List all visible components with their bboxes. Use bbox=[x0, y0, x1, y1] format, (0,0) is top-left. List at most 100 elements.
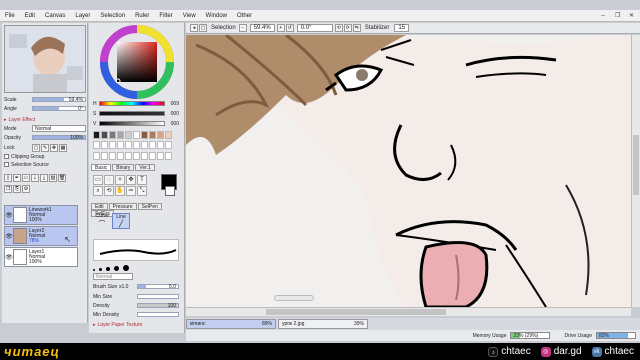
new-folder-icon[interactable]: ▭ bbox=[22, 174, 30, 182]
paper-texture-label[interactable]: Layer Paper Texture bbox=[98, 322, 143, 328]
color-wheel[interactable] bbox=[89, 25, 185, 99]
color-swatch[interactable] bbox=[133, 151, 140, 160]
transform-icon[interactable]: ⤡ bbox=[137, 186, 147, 196]
color-swatch[interactable] bbox=[109, 131, 116, 139]
visibility-eye-icon[interactable]: 👁 bbox=[5, 233, 13, 240]
zoom-input[interactable]: 59.4% bbox=[249, 24, 275, 32]
color-swatch[interactable] bbox=[125, 151, 132, 160]
tab-edit[interactable]: Edit bbox=[91, 203, 108, 210]
saturation-slider[interactable] bbox=[99, 111, 165, 116]
reset-zoom-icon[interactable]: ↺ bbox=[285, 24, 294, 32]
navigator-preview[interactable] bbox=[4, 25, 86, 93]
menu-selection[interactable]: Selection bbox=[95, 13, 130, 19]
angle-slider[interactable]: 0° bbox=[32, 106, 86, 112]
menu-canvas[interactable]: Canvas bbox=[40, 13, 70, 19]
brush-blend-mode-select[interactable]: Normal bbox=[93, 273, 133, 280]
rotate-right-icon[interactable]: ⟳ bbox=[343, 24, 352, 32]
alpha-lock-icon[interactable]: ▦ bbox=[59, 143, 67, 152]
tab-pressure[interactable]: Pressure bbox=[108, 203, 137, 210]
min-density-slider[interactable] bbox=[137, 312, 179, 317]
canvas[interactable] bbox=[186, 35, 631, 307]
color-swatch[interactable] bbox=[165, 151, 172, 160]
menu-ruler[interactable]: Ruler bbox=[130, 13, 154, 19]
color-swatch[interactable] bbox=[165, 141, 172, 150]
lasso-tool-icon[interactable]: ◌ bbox=[104, 175, 114, 185]
menu-layer[interactable]: Layer bbox=[70, 13, 95, 19]
layer-effect-label[interactable]: Layer Effect bbox=[9, 117, 36, 123]
layer-row-layer2[interactable]: 👁 Layer2 Normal 78% ↖ bbox=[4, 226, 78, 246]
tab-selpen[interactable]: SelPen bbox=[137, 203, 162, 210]
layer-copy-icon[interactable]: ❐ bbox=[4, 185, 12, 193]
collapse-icon[interactable]: ◂ bbox=[190, 24, 198, 32]
menu-window[interactable]: Window bbox=[201, 13, 232, 19]
restore-button[interactable]: ❐ bbox=[610, 11, 624, 21]
color-swatch[interactable] bbox=[133, 131, 140, 139]
density-slider[interactable]: 100 bbox=[137, 303, 179, 309]
lock-icon[interactable]: ▢ bbox=[32, 143, 40, 152]
vertical-scrollbar[interactable] bbox=[631, 35, 640, 307]
text-tool-icon[interactable]: T bbox=[137, 175, 147, 185]
line-tool[interactable]: Line ╱ bbox=[112, 213, 130, 229]
layer-row-linework1[interactable]: 👁 Linework1 Normal 100% bbox=[4, 205, 78, 225]
rotate-tool-icon[interactable]: ⟲ bbox=[104, 186, 114, 196]
clipping-group-checkbox[interactable] bbox=[4, 154, 9, 159]
color-swatch[interactable] bbox=[93, 141, 100, 150]
color-swatch[interactable] bbox=[101, 141, 108, 150]
clear-layer-icon[interactable]: ▨ bbox=[49, 174, 57, 182]
selection-label[interactable]: Selection bbox=[211, 25, 236, 31]
color-swatch[interactable] bbox=[149, 131, 156, 139]
scale-slider[interactable]: 59.4% bbox=[32, 97, 86, 103]
color-swatch[interactable] bbox=[133, 141, 140, 150]
color-swatch[interactable] bbox=[93, 131, 100, 139]
flip-icon[interactable]: ⇋ bbox=[352, 24, 361, 32]
close-button[interactable]: ✕ bbox=[624, 11, 638, 21]
pen-lock-icon[interactable]: ✎ bbox=[41, 143, 49, 152]
menu-edit[interactable]: Edit bbox=[20, 13, 40, 19]
brush-size-slider[interactable]: 5.0 bbox=[137, 284, 179, 290]
expand-icon[interactable]: ▸ bbox=[93, 322, 96, 328]
menu-file[interactable]: File bbox=[0, 13, 20, 19]
layer-settings-icon[interactable]: ⚙ bbox=[22, 185, 30, 193]
tab-ver1[interactable]: Ver.1 bbox=[135, 164, 155, 171]
delete-layer-icon[interactable]: 🗑 bbox=[58, 174, 66, 182]
color-swatch[interactable] bbox=[109, 141, 116, 150]
brush-size-mult[interactable]: x1.0 bbox=[119, 284, 137, 290]
visibility-eye-icon[interactable]: 👁 bbox=[5, 212, 13, 219]
color-swatch[interactable] bbox=[141, 131, 148, 139]
menu-other[interactable]: Other bbox=[232, 13, 257, 19]
visibility-eye-icon[interactable]: 👁 bbox=[5, 254, 13, 261]
color-swatch[interactable] bbox=[101, 131, 108, 139]
color-swatch[interactable] bbox=[125, 131, 132, 139]
color-swatch[interactable] bbox=[165, 131, 172, 139]
hand-tool-icon[interactable]: ✋ bbox=[115, 186, 125, 196]
hue-slider[interactable] bbox=[99, 101, 165, 106]
secondary-color-box[interactable] bbox=[165, 186, 175, 196]
color-swatch[interactable] bbox=[157, 141, 164, 150]
color-swatch[interactable] bbox=[117, 151, 124, 160]
tab-basic[interactable]: Basic bbox=[91, 164, 112, 171]
doc-tab-2[interactable]: урок 2.jpg 39% bbox=[278, 319, 368, 329]
color-swatch[interactable] bbox=[141, 141, 148, 150]
layer-paste-icon[interactable]: ⎘ bbox=[13, 185, 21, 193]
curve-tool[interactable]: Curve ⌒ bbox=[93, 213, 111, 229]
min-size-slider[interactable] bbox=[137, 294, 179, 299]
value-slider[interactable] bbox=[99, 121, 165, 126]
new-layer-icon[interactable]: ▯ bbox=[4, 174, 12, 182]
selection-toggle-icon[interactable]: ▢ bbox=[199, 24, 207, 32]
color-swatch[interactable] bbox=[157, 131, 164, 139]
move-tool-icon[interactable]: ✥ bbox=[126, 175, 136, 185]
zoom-tool-icon[interactable]: ⌕ bbox=[93, 186, 103, 196]
rotate-left-icon[interactable]: ⟲ bbox=[334, 24, 343, 32]
move-lock-icon[interactable]: ✥ bbox=[50, 143, 58, 152]
angle-input[interactable]: 0.0° bbox=[296, 24, 333, 32]
color-swatch[interactable] bbox=[117, 131, 124, 139]
color-swatch[interactable] bbox=[149, 151, 156, 160]
transfer-down-icon[interactable]: ⇣ bbox=[31, 174, 39, 182]
color-swatch[interactable] bbox=[109, 151, 116, 160]
zoom-out-icon[interactable]: − bbox=[238, 24, 247, 32]
zoom-in-icon[interactable]: + bbox=[276, 24, 285, 32]
color-swatch[interactable] bbox=[149, 141, 156, 150]
opacity-slider[interactable]: 100% bbox=[32, 135, 86, 141]
color-swatch[interactable] bbox=[157, 151, 164, 160]
layer-row-layer1[interactable]: 👁 Layer1 Normal 100% bbox=[4, 247, 78, 267]
